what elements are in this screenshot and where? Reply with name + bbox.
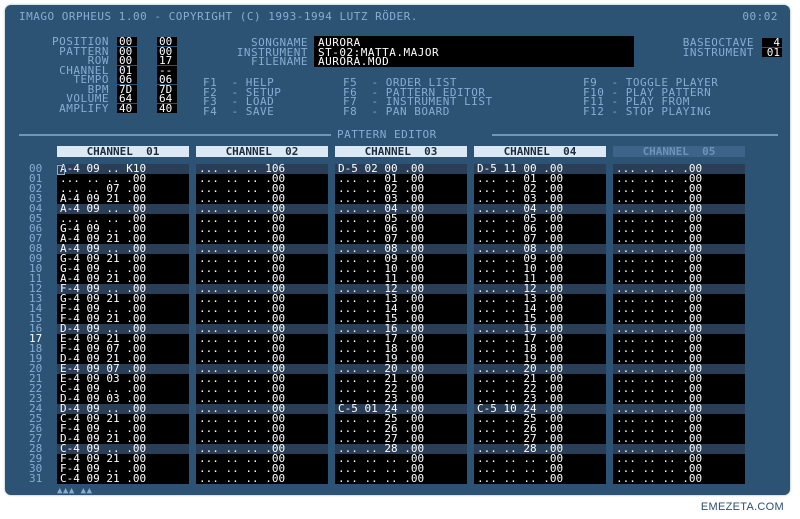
status-label: AMPLIFY [59,101,109,115]
separator-right [492,134,778,136]
channel-header-2[interactable]: CHANNEL 02 [196,146,328,157]
channel-column-2[interactable]: ... .. .. 106... .. .. .00... .. .. .00.… [196,163,328,484]
channel-column-3[interactable]: D-5 02 00 .00... .. 01 .00... .. 02 .00.… [335,163,467,484]
function-key[interactable]: F12 - STOP PLAYING [583,106,711,117]
channel-column-1[interactable]: A-4 09 .. K10... .. .. .00... .. 07 .00 A… [57,163,189,484]
pattern-cell[interactable]: ... .. .. .00 [613,473,745,484]
channel-header-4[interactable]: CHANNEL 04 [474,146,606,157]
function-key[interactable]: F4 - SAVE [203,106,274,117]
channel-header-5[interactable]: CHANNEL 05 [613,146,745,157]
watermark: EMEZETA.COM [700,501,784,513]
channel-header-3[interactable]: CHANNEL 03 [335,146,467,157]
channel-column-5[interactable]: ... .. .. .00... .. .. .00... .. .. .00.… [613,163,745,484]
function-key[interactable]: F8 - PAN BOARD [343,106,450,117]
pattern-cell[interactable]: ... .. .. .00 [335,473,467,484]
channel-header-1[interactable]: CHANNEL 01 [57,146,189,157]
song-value[interactable]: AURORA.MOD [318,56,389,67]
title-bar: IMAGO ORPHEUS 1.00 - COPYRIGHT (C) 1993-… [5,10,790,24]
edit-cursor [57,165,65,175]
section-title: PATTERN EDITOR [337,128,437,141]
status-value[interactable]: 40 [117,103,137,114]
pattern-cell[interactable]: C-4 09 21 .00 [57,473,189,484]
scroll-indicator[interactable]: ▲▲▲ ▲▲ [57,486,93,495]
status-value-2[interactable]: 40 [157,103,177,114]
play-clock: 00:02 [742,10,778,23]
pattern-cell[interactable]: ... .. .. .00 [474,473,606,484]
tracker-screen: IMAGO ORPHEUS 1.00 - COPYRIGHT (C) 1993-… [5,5,790,495]
song-label: FILENAME [251,55,308,68]
separator-left [19,134,331,136]
app-title: IMAGO ORPHEUS 1.00 - COPYRIGHT (C) 1993-… [19,10,418,23]
octave-label: INSTRUMENT [682,45,754,59]
channel-column-4[interactable]: D-5 11 00 .00... .. 01 .00... .. 02 .00.… [474,163,606,484]
row-number: 31 [29,472,43,485]
pattern-cell[interactable]: ... .. .. .00 [196,473,328,484]
octave-value[interactable]: 01 [762,47,782,58]
